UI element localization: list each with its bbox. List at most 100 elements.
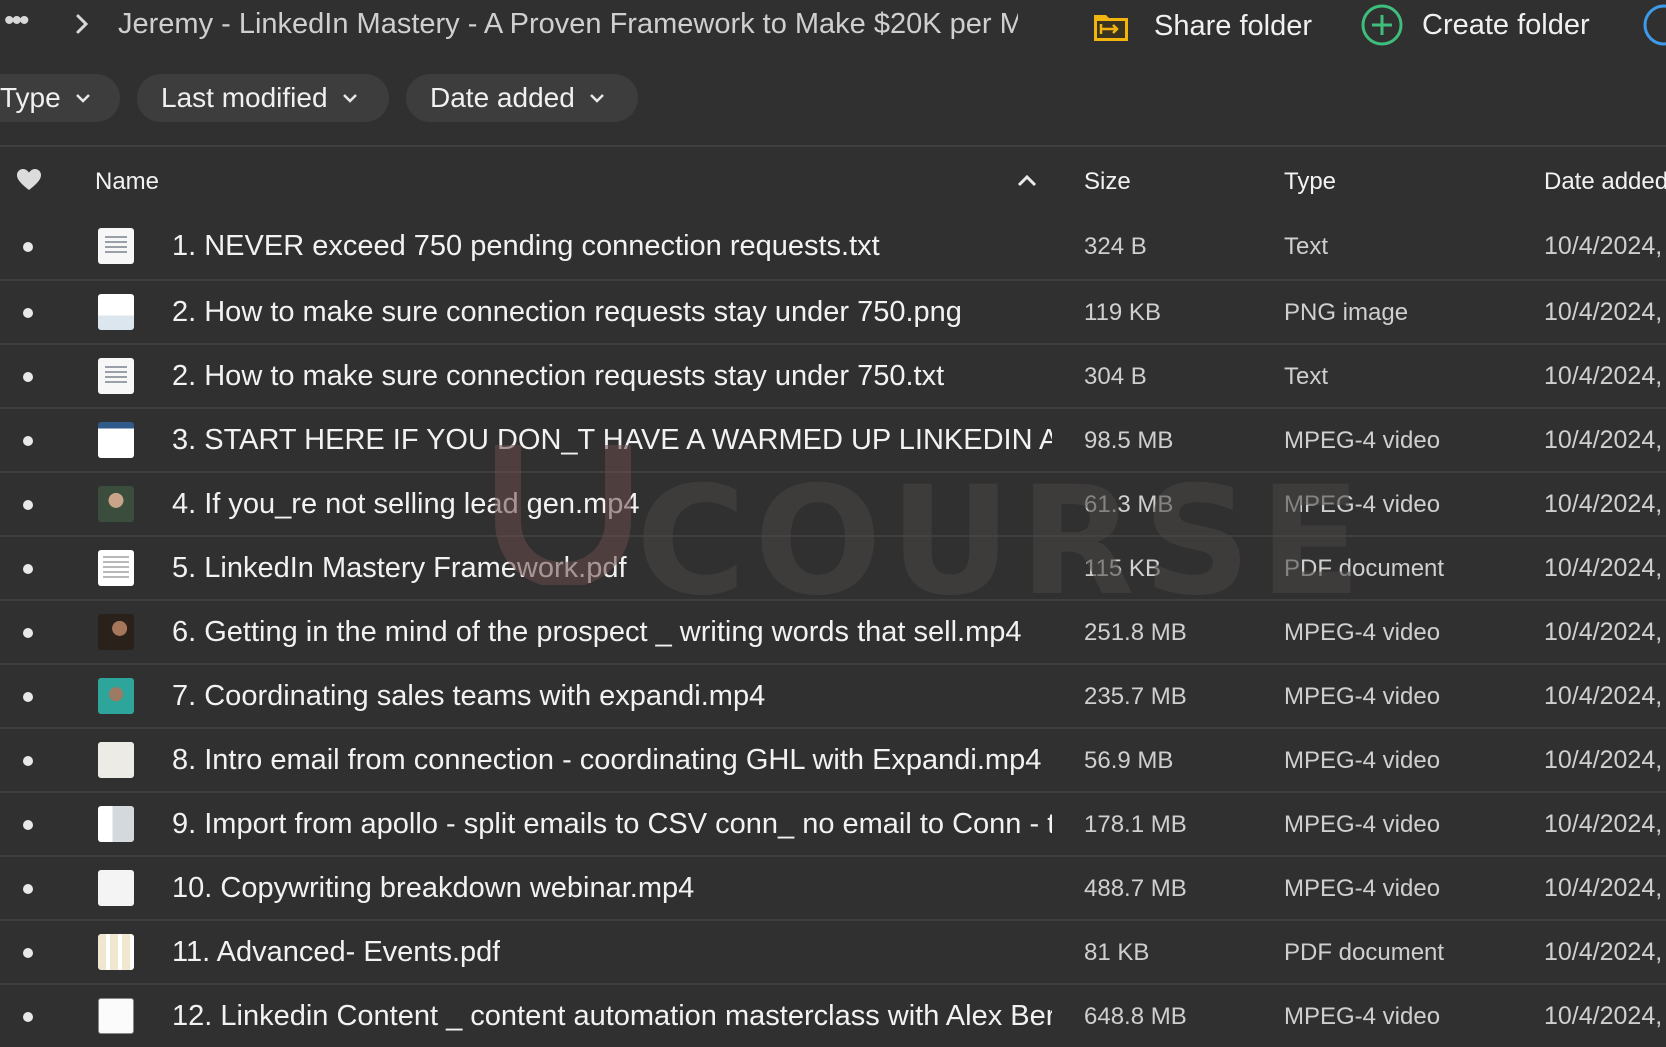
chevron-down-icon: [589, 94, 604, 103]
table-row[interactable]: 9. Import from apollo - split emails to …: [0, 791, 1666, 855]
status-dot: [23, 1012, 33, 1022]
chevron-down-icon: [342, 94, 357, 103]
file-date: 10/4/2024,: [1544, 810, 1663, 838]
table-header: Name Size Type Date added: [0, 148, 1666, 214]
file-type: PDF document: [1284, 939, 1445, 966]
status-dot: [23, 692, 33, 702]
text-file-icon: [98, 228, 134, 264]
pdf-thumbnail-icon: [98, 550, 134, 586]
file-name[interactable]: 1. NEVER exceed 750 pending connection r…: [172, 230, 880, 263]
top-bar: ••• Jeremy - LinkedIn Mastery - A Proven…: [0, 0, 1666, 50]
file-size: 488.7 MB: [1084, 875, 1187, 902]
table-row[interactable]: 12. Linkedin Content _ content automatio…: [0, 983, 1666, 1047]
status-dot: [23, 308, 33, 318]
status-dot: [23, 884, 33, 894]
file-name[interactable]: 12. Linkedin Content _ content automatio…: [172, 1000, 1052, 1033]
date-added-filter-label: Date added: [430, 82, 575, 113]
upload-icon[interactable]: [1640, 2, 1666, 48]
file-date: 10/4/2024,: [1544, 874, 1663, 902]
file-date: 10/4/2024,: [1544, 298, 1663, 326]
column-size[interactable]: Size: [1084, 168, 1131, 196]
file-date: 10/4/2024,: [1544, 618, 1663, 646]
table-row[interactable]: 1. NEVER exceed 750 pending connection r…: [0, 215, 1666, 279]
breadcrumb[interactable]: Jeremy - LinkedIn Mastery - A Proven Fra…: [118, 8, 1018, 41]
file-size: 56.9 MB: [1084, 747, 1174, 774]
file-date: 10/4/2024,: [1544, 362, 1663, 390]
file-name[interactable]: 4. If you_re not selling lead gen.mp4: [172, 488, 640, 521]
file-type: MPEG-4 video: [1284, 427, 1441, 454]
file-name[interactable]: 8. Intro email from connection - coordin…: [172, 744, 1041, 777]
file-size: 61.3 MB: [1084, 491, 1174, 518]
file-name[interactable]: 7. Coordinating sales teams with expandi…: [172, 680, 765, 713]
status-dot: [23, 500, 33, 510]
date-added-filter[interactable]: Date added: [406, 74, 638, 122]
table-row[interactable]: 11. Advanced- Events.pdf 81 KB PDF documen…: [0, 919, 1666, 983]
chevron-right-icon: [76, 14, 89, 34]
last-modified-filter-label: Last modified: [161, 82, 328, 113]
status-dot: [23, 756, 33, 766]
video-thumbnail-icon: [98, 806, 134, 842]
video-thumbnail-icon: [98, 422, 134, 458]
table-row[interactable]: 2. How to make sure connection requests …: [0, 343, 1666, 407]
file-type: PDF document: [1284, 555, 1445, 582]
file-size: 648.8 MB: [1084, 1003, 1187, 1030]
file-type: MPEG-4 video: [1284, 811, 1441, 838]
status-dot: [23, 948, 33, 958]
file-type: PNG image: [1284, 299, 1409, 326]
create-folder-label: Create folder: [1422, 8, 1590, 41]
type-filter-label: Type: [0, 82, 61, 113]
file-date: 10/4/2024,: [1544, 232, 1663, 260]
video-thumbnail-icon: [98, 998, 134, 1034]
create-folder-button[interactable]: Create folder: [1360, 2, 1590, 48]
file-size: 178.1 MB: [1084, 811, 1187, 838]
favorite-heart-icon[interactable]: [16, 168, 42, 192]
file-name[interactable]: 9. Import from apollo - split emails to …: [172, 808, 1052, 841]
table-row[interactable]: 4. If you_re not selling lead gen.mp4 61.…: [0, 471, 1666, 535]
file-date: 10/4/2024,: [1544, 938, 1663, 966]
file-size: 304 B: [1084, 363, 1147, 390]
file-name[interactable]: 6. Getting in the mind of the prospect _…: [172, 616, 1021, 649]
file-type: MPEG-4 video: [1284, 683, 1441, 710]
status-dot: [23, 436, 33, 446]
file-size: 251.8 MB: [1084, 619, 1187, 646]
file-name[interactable]: 10. Copywriting breakdown webinar.mp4: [172, 872, 694, 905]
file-name[interactable]: 11. Advanced- Events.pdf: [172, 936, 500, 969]
type-filter[interactable]: Type: [0, 74, 120, 122]
column-type[interactable]: Type: [1284, 168, 1336, 196]
file-size: 324 B: [1084, 233, 1147, 260]
table-row[interactable]: 10. Copywriting breakdown webinar.mp4 488…: [0, 855, 1666, 919]
table-row[interactable]: 6. Getting in the mind of the prospect _…: [0, 599, 1666, 663]
pdf-thumbnail-icon: [98, 934, 134, 970]
table-row[interactable]: 2. How to make sure connection requests …: [0, 279, 1666, 343]
status-dot: [23, 820, 33, 830]
share-folder-icon: [1094, 15, 1128, 41]
column-name[interactable]: Name: [95, 168, 159, 196]
table-row[interactable]: 7. Coordinating sales teams with expandi…: [0, 663, 1666, 727]
table-row[interactable]: 8. Intro email from connection - coordin…: [0, 727, 1666, 791]
video-thumbnail-icon: [98, 614, 134, 650]
column-date-added[interactable]: Date added: [1544, 168, 1666, 196]
file-name[interactable]: 3. START HERE IF YOU DON_T HAVE A WARMED…: [172, 424, 1052, 457]
file-type: MPEG-4 video: [1284, 875, 1441, 902]
share-folder-button[interactable]: Share folder: [1092, 4, 1312, 48]
add-circle-icon: [1361, 4, 1403, 46]
more-options-icon[interactable]: •••: [4, 6, 29, 36]
file-size: 115 KB: [1084, 555, 1161, 582]
file-name[interactable]: 5. LinkedIn Mastery Framework.pdf: [172, 552, 627, 585]
file-type: MPEG-4 video: [1284, 747, 1441, 774]
sort-ascending-icon[interactable]: [1016, 174, 1038, 188]
file-date: 10/4/2024,: [1544, 490, 1663, 518]
video-thumbnail-icon: [98, 742, 134, 778]
status-dot: [23, 242, 33, 252]
file-type: Text: [1284, 363, 1329, 390]
file-type: MPEG-4 video: [1284, 491, 1441, 518]
table-row[interactable]: 5. LinkedIn Mastery Framework.pdf 115 KB P…: [0, 535, 1666, 599]
last-modified-filter[interactable]: Last modified: [137, 74, 389, 122]
file-date: 10/4/2024,: [1544, 554, 1663, 582]
table-row[interactable]: 3. START HERE IF YOU DON_T HAVE A WARMED…: [0, 407, 1666, 471]
status-dot: [23, 564, 33, 574]
file-list: 1. NEVER exceed 750 pending connection r…: [0, 215, 1666, 1047]
file-name[interactable]: 2. How to make sure connection requests …: [172, 360, 944, 393]
file-date: 10/4/2024,: [1544, 1002, 1663, 1030]
file-name[interactable]: 2. How to make sure connection requests …: [172, 296, 962, 329]
